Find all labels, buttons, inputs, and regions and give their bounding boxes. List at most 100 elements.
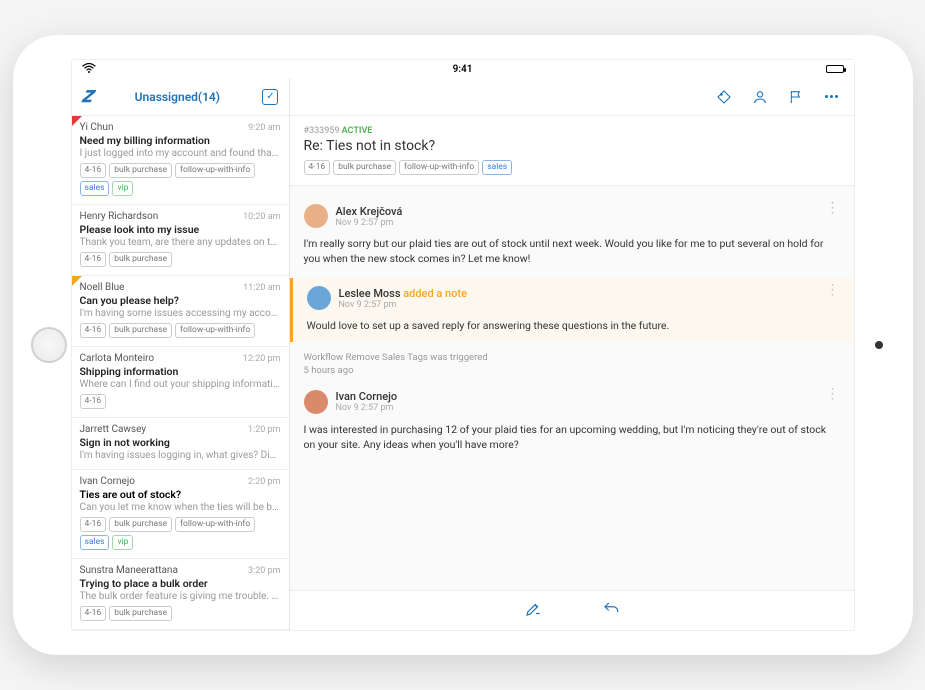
assignee-icon[interactable] (752, 89, 768, 105)
tag: 4-16 (80, 606, 107, 621)
contact-name: Henry Richardson (80, 211, 159, 222)
undo-icon[interactable] (602, 600, 620, 622)
contact-name: Carlota Monteiro (80, 353, 155, 364)
tag: follow-up-with-info (399, 160, 479, 175)
conversation-list[interactable]: Yi Chun 9:20 am Need my billing informat… (72, 116, 289, 630)
ticket-meta: #333959 ACTIVE (304, 126, 840, 136)
timestamp: 11:20 am (243, 283, 280, 293)
conversation-item[interactable]: Carlota Monteiro 12:20 pm Shipping infor… (72, 347, 289, 418)
preview: The bulk order feature is giving me trou… (80, 591, 281, 602)
tag: bulk purchase (109, 323, 172, 338)
workflow-text: Workflow Remove Sales Tags was triggered (304, 352, 488, 363)
tag-row: 4-16bulk purchasefollow-up-with-info (80, 323, 281, 338)
subject: Can you please help? (80, 294, 281, 307)
message-menu-icon[interactable]: ⋮ (826, 392, 840, 398)
subject: Trying to place a bulk order (80, 577, 281, 590)
tag: 4-16 (304, 160, 331, 175)
detail-pane: #333959 ACTIVE Re: Ties not in stock? 4-… (290, 78, 854, 630)
tag: follow-up-with-info (175, 323, 255, 338)
author-name: Alex Krejčová (336, 205, 403, 218)
message: Ivan Cornejo Nov 9 2:57 pm ⋮ I was inter… (290, 382, 854, 460)
tag: vip (112, 535, 133, 550)
tag: follow-up-with-info (175, 163, 255, 178)
composer (290, 590, 854, 630)
tag-row: 4-16bulk purchase (80, 606, 281, 621)
contact-name: Yi Chun (80, 122, 114, 133)
message-menu-icon[interactable]: ⋮ (826, 206, 840, 212)
preview: I'm having issues logging in, what gives… (80, 450, 281, 461)
timestamp: 3:20 pm (248, 566, 281, 576)
preview: I just logged into my account and found … (80, 148, 281, 159)
subject: Please look into my issue (80, 223, 281, 236)
contact-name: Sunstra Maneerattana (80, 565, 178, 576)
ticket-id: #333959 (304, 126, 340, 136)
wifi-icon (82, 62, 96, 76)
sidebar-header: 𝒁 Unassigned(14) ✓ (72, 78, 289, 116)
subject: Sign in not working (80, 436, 281, 449)
message-body: Would love to set up a saved reply for a… (307, 318, 840, 333)
subject: Shipping information (80, 365, 281, 378)
tag: 4-16 (80, 252, 107, 267)
screen: 9:41 𝒁 Unassigned(14) ✓ Yi Chun 9:20 am … (71, 59, 855, 631)
preview: Where can I find out your shipping infor… (80, 379, 281, 390)
conversation-item[interactable]: Ivan Cornejo 2:20 pm Ties are out of sto… (72, 470, 289, 559)
ticket-tags: 4-16bulk purchasefollow-up-with-infosale… (304, 160, 840, 175)
tag-row: 4-16 (80, 394, 281, 409)
tag-icon[interactable] (716, 89, 732, 105)
preview: I'm having some issues accessing my acco… (80, 308, 281, 319)
battery-icon (826, 65, 844, 73)
message-body: I was interested in purchasing 12 of you… (304, 422, 840, 452)
workflow-time: 5 hours ago (304, 365, 840, 376)
tag: follow-up-with-info (175, 517, 255, 532)
workflow-event: Workflow Remove Sales Tags was triggered… (290, 346, 854, 382)
queue-title[interactable]: Unassigned(14) (135, 90, 220, 104)
message-body: I'm really sorry but our plaid ties are … (304, 236, 840, 266)
home-button[interactable] (31, 327, 67, 363)
tag: sales (80, 535, 110, 550)
timestamp: 9:20 am (248, 123, 280, 133)
tag: sales (80, 181, 110, 196)
tag: bulk purchase (109, 252, 172, 267)
avatar (304, 204, 328, 228)
camera-dot (875, 341, 883, 349)
priority-marker (72, 276, 82, 286)
conversation-item[interactable]: Sunstra Maneerattana 3:20 pm Trying to p… (72, 559, 289, 630)
subject: Need my billing information (80, 134, 281, 147)
conversation-item[interactable]: Henry Richardson 10:20 am Please look in… (72, 205, 289, 276)
message-time: Nov 9 2:57 pm (336, 218, 403, 228)
contact-name: Jarrett Cawsey (80, 424, 147, 435)
compose-icon[interactable] (524, 600, 542, 622)
ticket-header: #333959 ACTIVE Re: Ties not in stock? 4-… (290, 116, 854, 186)
app: 𝒁 Unassigned(14) ✓ Yi Chun 9:20 am Need … (72, 78, 854, 630)
contact-name: Noell Blue (80, 282, 125, 293)
timestamp: 2:20 pm (248, 477, 281, 487)
message-menu-icon[interactable]: ⋮ (826, 288, 840, 294)
conversation-item[interactable]: Noell Blue 11:20 am Can you please help?… (72, 276, 289, 347)
thread[interactable]: Alex Krejčová Nov 9 2:57 pm ⋮ I'm really… (290, 186, 854, 590)
internal-note: Leslee Moss added a note Nov 9 2:57 pm ⋮… (290, 278, 854, 341)
flag-icon[interactable] (788, 89, 804, 105)
ticket-status: ACTIVE (342, 126, 373, 136)
avatar (307, 286, 331, 310)
conversation-item[interactable]: Yi Chun 9:20 am Need my billing informat… (72, 116, 289, 205)
preview: Can you let me know when the ties will b… (80, 502, 281, 513)
tag: bulk purchase (109, 517, 172, 532)
select-mode-button[interactable]: ✓ (262, 89, 278, 105)
tag: 4-16 (80, 517, 107, 532)
timestamp: 10:20 am (243, 212, 280, 222)
author-name: Leslee Moss added a note (339, 287, 467, 300)
tag: 4-16 (80, 323, 107, 338)
priority-marker (72, 116, 82, 126)
more-icon[interactable] (824, 89, 840, 105)
tag: bulk purchase (333, 160, 396, 175)
clock: 9:41 (453, 64, 473, 75)
app-logo-icon[interactable]: 𝒁 (82, 87, 93, 107)
conversation-item[interactable]: Jarrett Cawsey 1:20 pm Sign in not worki… (72, 418, 289, 470)
tag: bulk purchase (109, 606, 172, 621)
tag: bulk purchase (109, 163, 172, 178)
timestamp: 12:20 pm (243, 354, 281, 364)
preview: Thank you team, are there any updates on… (80, 237, 281, 248)
message-time: Nov 9 2:57 pm (336, 403, 398, 413)
status-bar: 9:41 (72, 60, 854, 78)
tablet-frame: 9:41 𝒁 Unassigned(14) ✓ Yi Chun 9:20 am … (13, 35, 913, 655)
